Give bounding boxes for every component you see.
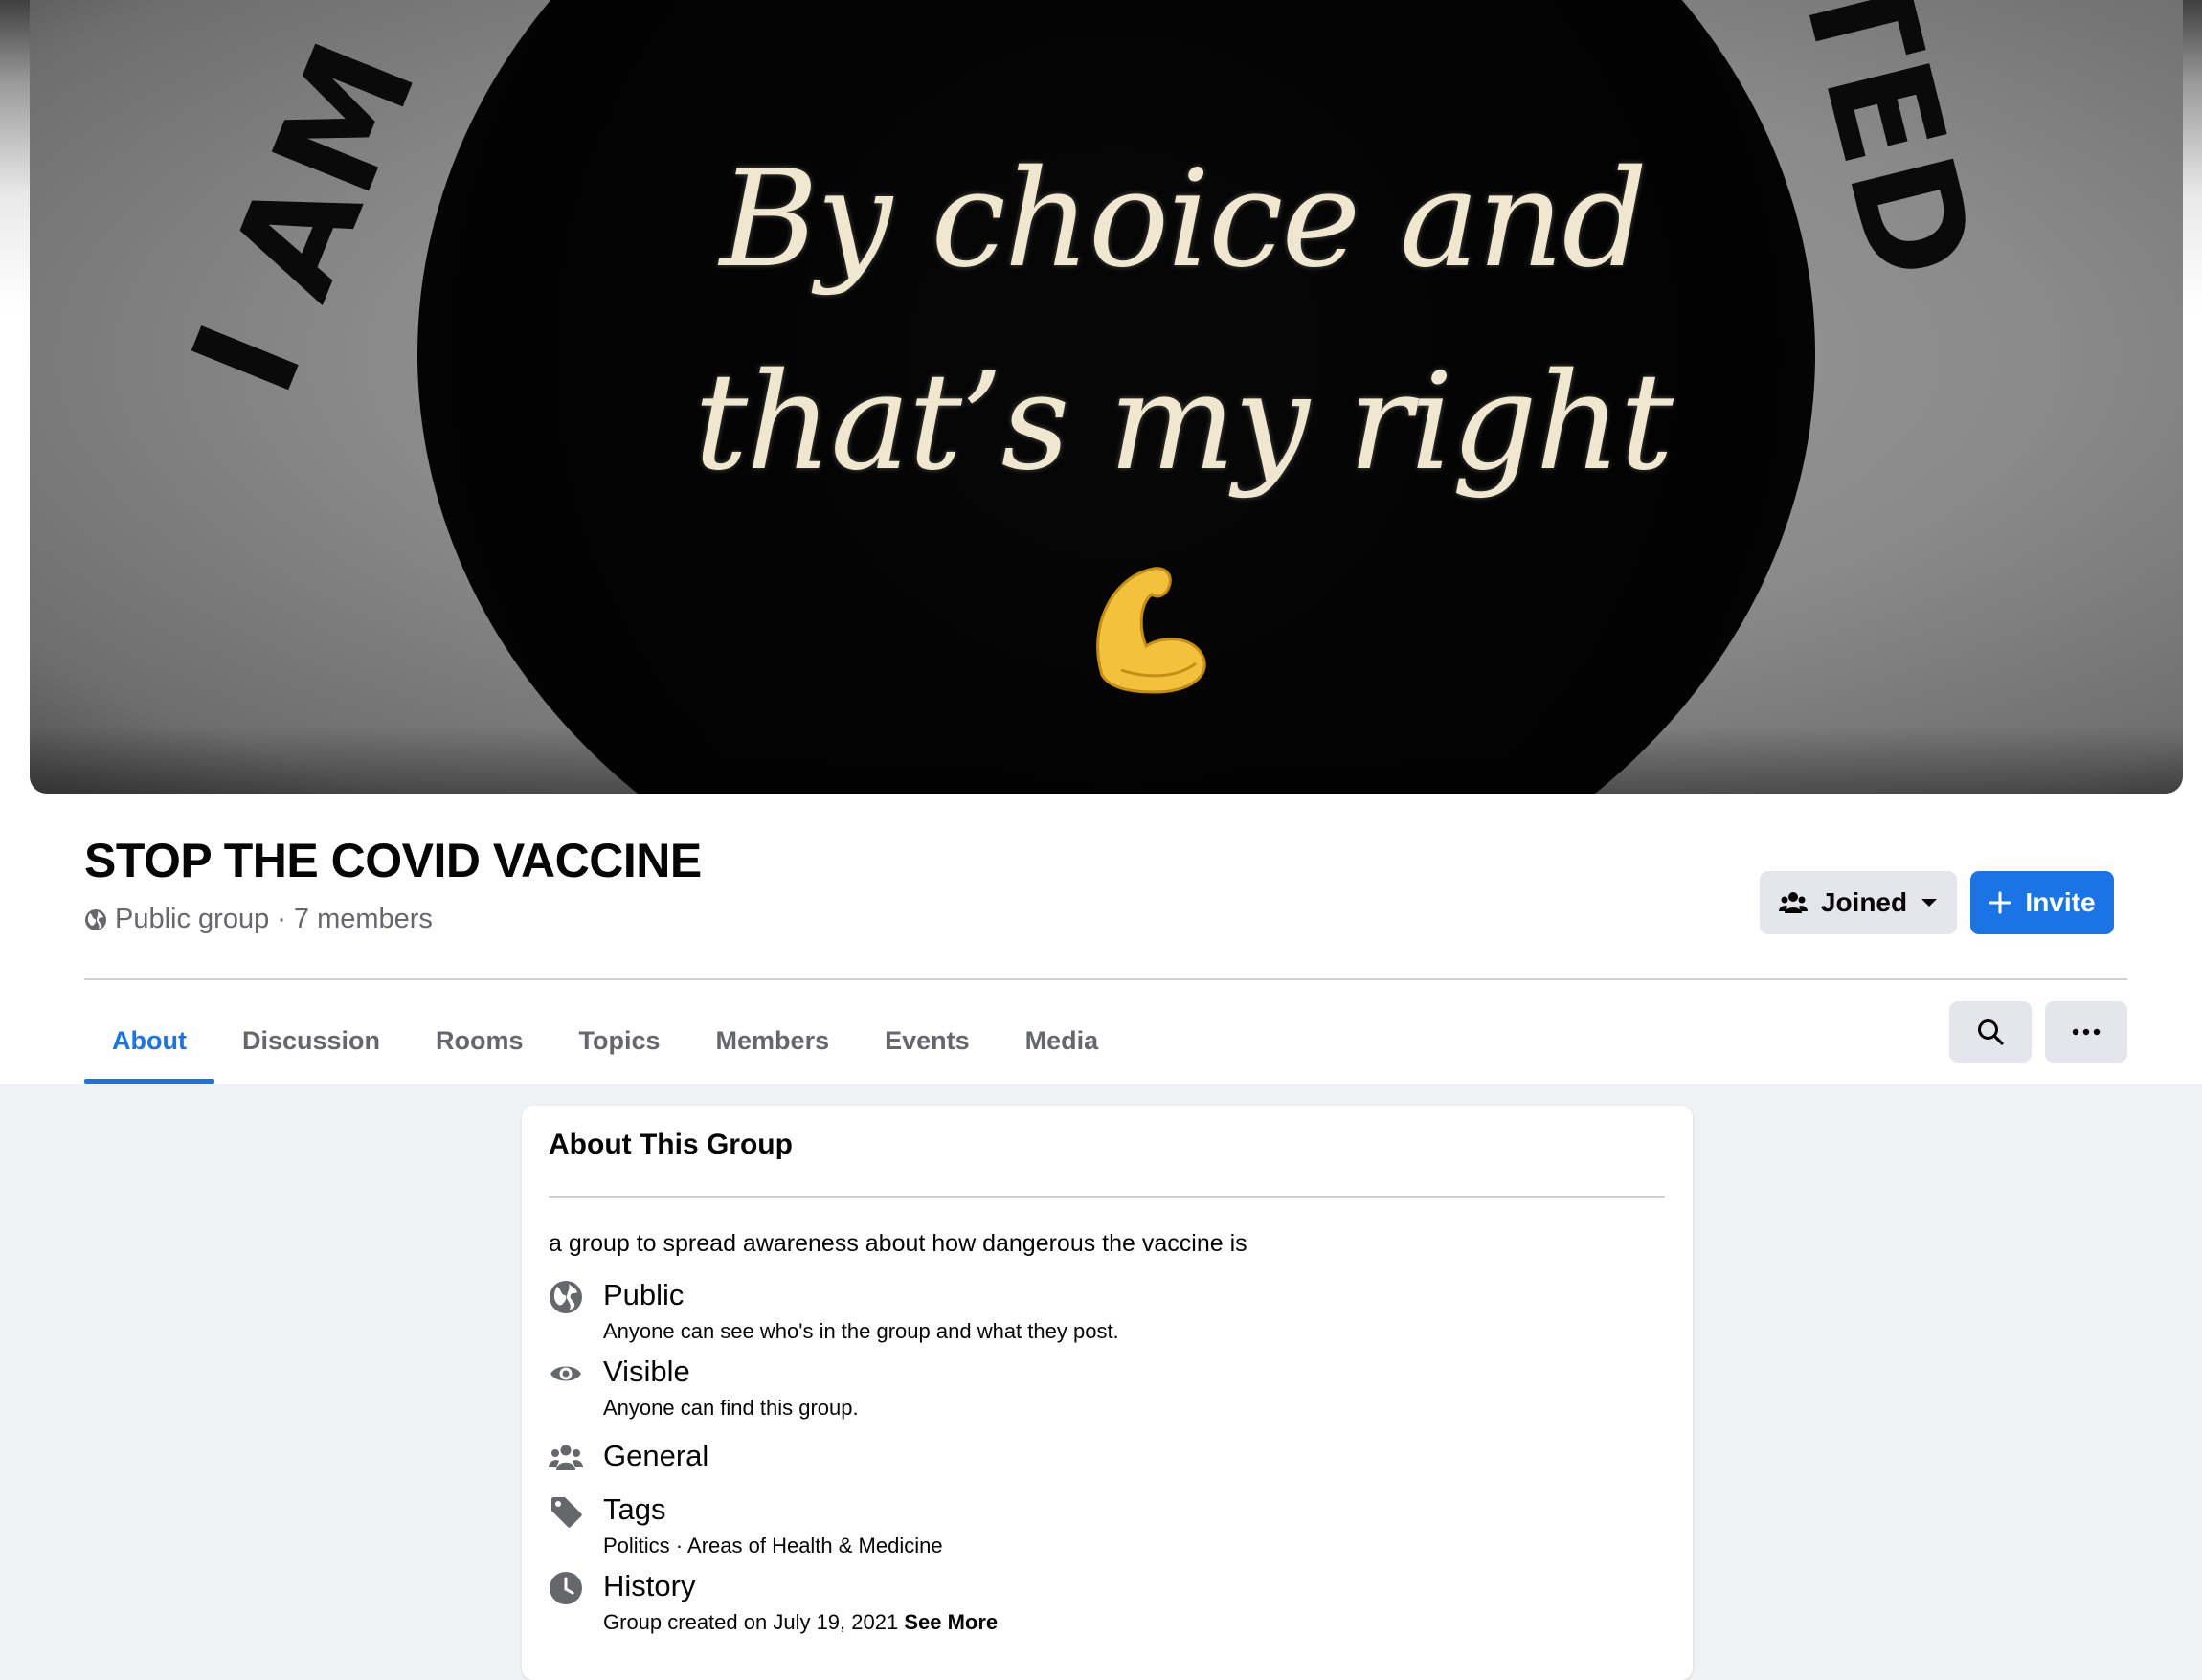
- cover-photo[interactable]: I AM TED By choice and that’s my right: [30, 0, 2183, 794]
- joined-button-label: Joined: [1820, 887, 1908, 917]
- cover-text-line-1: By choice and: [719, 142, 1648, 298]
- invite-button-label: Invite: [2025, 887, 2096, 917]
- group-header-section: I AM TED By choice and that’s my right S…: [0, 0, 2202, 1084]
- privacy-subtitle: Anyone can see who's in the group and wh…: [603, 1319, 1119, 1343]
- eye-icon: [550, 1366, 581, 1381]
- search-button[interactable]: [1949, 1001, 2032, 1063]
- tab-events[interactable]: Events: [857, 997, 998, 1084]
- flexed-biceps-icon: [1096, 567, 1206, 694]
- visibility-subtitle: Anyone can find this group.: [603, 1396, 859, 1420]
- tab-topics[interactable]: Topics: [551, 997, 688, 1084]
- about-card: About This Group a group to spread aware…: [522, 1106, 1693, 1680]
- globe-icon: [550, 1281, 582, 1313]
- plus-icon: [1989, 891, 2011, 914]
- visibility-title: Visible: [603, 1355, 690, 1388]
- joined-button[interactable]: Joined: [1760, 871, 1957, 934]
- group-privacy: Public group: [115, 904, 270, 934]
- search-icon: [1978, 1019, 2004, 1045]
- cover-text-line-2: that’s my right: [693, 345, 1674, 501]
- tab-members[interactable]: Members: [688, 997, 858, 1084]
- tab-about[interactable]: About: [84, 997, 214, 1084]
- group-meta: Public group · 7 members: [84, 904, 433, 935]
- tab-media[interactable]: Media: [998, 997, 1127, 1084]
- cover-bottom-shade: [30, 727, 2183, 794]
- more-icon: [2072, 1028, 2101, 1036]
- history-subtitle: Group created on July 19, 2021 See More: [603, 1610, 998, 1635]
- invite-button[interactable]: Invite: [1970, 871, 2114, 934]
- group-name: STOP THE COVID VACCINE: [84, 834, 702, 887]
- about-card-title: About This Group: [549, 1129, 793, 1160]
- tag-icon: [551, 1497, 582, 1528]
- meta-separator: ·: [277, 904, 286, 934]
- history-title: History: [603, 1569, 696, 1602]
- group-tabs: About Discussion Rooms Topics Members Ev…: [84, 997, 1126, 1084]
- tab-discussion[interactable]: Discussion: [214, 997, 408, 1084]
- category-title: General: [603, 1439, 709, 1472]
- tags-title: Tags: [603, 1492, 666, 1526]
- header-divider: [84, 978, 2127, 980]
- people-icon: [549, 1445, 583, 1470]
- more-options-button[interactable]: [2045, 1001, 2127, 1063]
- see-more-link[interactable]: See More: [904, 1610, 998, 1634]
- privacy-title: Public: [603, 1278, 685, 1311]
- tab-rooms[interactable]: Rooms: [408, 997, 551, 1084]
- member-count[interactable]: 7 members: [294, 904, 433, 935]
- about-card-divider: [549, 1196, 1665, 1198]
- group-members-icon: [1778, 892, 1808, 913]
- clock-icon: [550, 1572, 582, 1604]
- caret-down-icon: [1921, 899, 1938, 907]
- tags-list: Politics · Areas of Health & Medicine: [603, 1534, 943, 1557]
- history-created-date: Group created on July 19, 2021: [603, 1610, 899, 1634]
- globe-icon: [85, 908, 106, 930]
- group-description: a group to spread awareness about how da…: [549, 1230, 1247, 1257]
